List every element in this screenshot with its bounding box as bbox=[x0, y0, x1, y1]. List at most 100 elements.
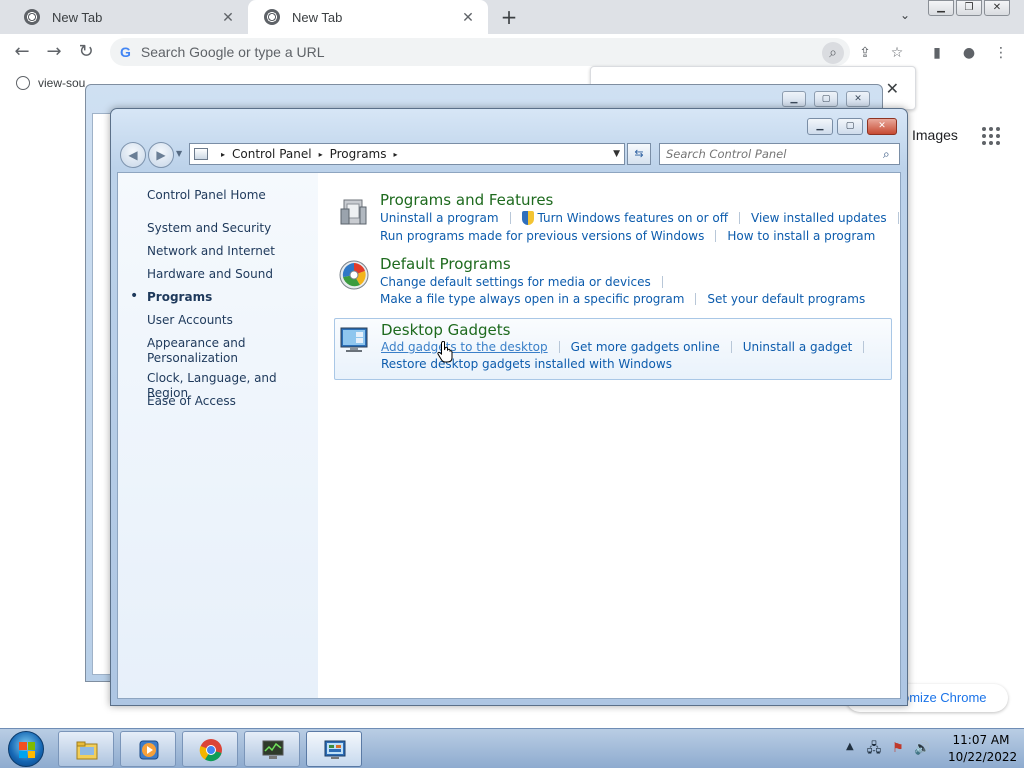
media-defaults-link[interactable]: Change default settings for media or dev… bbox=[380, 275, 651, 289]
sidebar-item-network[interactable]: Network and Internet bbox=[147, 244, 275, 259]
current-page-bullet: • bbox=[130, 288, 139, 304]
control-panel-body: Control Panel Home System and Security N… bbox=[117, 172, 901, 699]
action-center-flag-icon[interactable]: ⚑ bbox=[890, 741, 906, 757]
tab-close-icon[interactable]: ✕ bbox=[460, 9, 476, 26]
apps-grid-icon[interactable] bbox=[982, 127, 1000, 145]
sidebar-item-programs[interactable]: Programs bbox=[147, 290, 212, 305]
breadcrumb-control-panel[interactable]: Control Panel bbox=[232, 147, 312, 161]
restore-gadgets-link[interactable]: Restore desktop gadgets installed with W… bbox=[381, 357, 672, 371]
windows-features-link[interactable]: Turn Windows features on or off bbox=[538, 211, 729, 225]
close-button[interactable]: ✕ bbox=[867, 118, 897, 135]
new-tab-button[interactable]: + bbox=[498, 6, 520, 28]
sidebar: Control Panel Home System and Security N… bbox=[118, 173, 318, 698]
address-dropdown-icon[interactable]: ▼ bbox=[613, 149, 620, 159]
uac-shield-icon bbox=[521, 211, 534, 225]
clock-time[interactable]: 11:07 AM bbox=[948, 733, 1014, 747]
hand-cursor-icon bbox=[437, 341, 453, 363]
lens-icon[interactable]: ⌕ bbox=[822, 42, 844, 64]
chrome-tab-1[interactable]: New Tab ✕ bbox=[8, 0, 248, 34]
taskbar-chrome[interactable] bbox=[182, 731, 238, 767]
reload-icon[interactable]: ↻ bbox=[74, 40, 98, 64]
back-arrow-icon[interactable]: ← bbox=[10, 40, 34, 64]
sidebar-item-hardware-sound[interactable]: Hardware and Sound bbox=[147, 267, 273, 282]
share-icon[interactable]: ⇪ bbox=[854, 42, 876, 64]
close-button[interactable]: ✕ bbox=[984, 0, 1010, 16]
bookmark-star-icon[interactable]: ☆ bbox=[886, 42, 908, 64]
how-to-install-link[interactable]: How to install a program bbox=[727, 229, 875, 243]
taskbar-task-manager[interactable] bbox=[244, 731, 300, 767]
breadcrumb-separator-icon[interactable]: ▸ bbox=[221, 150, 225, 159]
chrome-favicon-icon bbox=[24, 9, 40, 25]
recent-pages-icon[interactable]: ▼ bbox=[176, 149, 182, 158]
chrome-tab-2[interactable]: New Tab ✕ bbox=[248, 0, 488, 34]
volume-icon[interactable]: 🔊 bbox=[914, 741, 930, 757]
chrome-icon bbox=[199, 739, 222, 762]
refresh-icon[interactable]: ⇆ bbox=[627, 143, 651, 165]
link-separator bbox=[558, 341, 560, 353]
profile-avatar-icon[interactable]: ● bbox=[958, 42, 980, 64]
taskbar-explorer[interactable] bbox=[58, 731, 114, 767]
images-link[interactable]: Images bbox=[912, 127, 958, 143]
chrome-menu-icon[interactable]: ⋮ bbox=[990, 42, 1012, 64]
restore-button[interactable]: ❐ bbox=[956, 0, 982, 16]
set-default-programs-link[interactable]: Set your default programs bbox=[707, 292, 865, 306]
uninstall-program-link[interactable]: Uninstall a program bbox=[380, 211, 499, 225]
breadcrumb-separator-icon[interactable]: ▸ bbox=[319, 150, 323, 159]
bookmark-label: view-sou bbox=[38, 76, 86, 90]
breadcrumb-separator-icon[interactable]: ▸ bbox=[394, 150, 398, 159]
popup-close-icon[interactable]: ✕ bbox=[886, 79, 899, 98]
bookmark-item[interactable]: view-sou bbox=[16, 76, 85, 90]
category-programs-features: Programs and Features Uninstall a progra… bbox=[334, 191, 899, 251]
category-title[interactable]: Desktop Gadgets bbox=[381, 321, 510, 339]
link-separator bbox=[715, 230, 717, 242]
maximize-button[interactable]: ▢ bbox=[814, 91, 838, 107]
sidebar-item-control-panel-home[interactable]: Control Panel Home bbox=[147, 188, 266, 203]
tab-search-icon[interactable]: ⌄ bbox=[896, 8, 914, 26]
sidebar-item-appearance[interactable]: Appearance and Personalization bbox=[147, 336, 245, 366]
programs-features-icon bbox=[340, 199, 367, 225]
monitor-graph-icon bbox=[262, 740, 284, 759]
taskbar-control-panel[interactable] bbox=[306, 731, 362, 767]
maximize-button[interactable]: ▢ bbox=[837, 118, 863, 135]
minimize-button[interactable]: ▁ bbox=[807, 118, 833, 135]
search-input[interactable] bbox=[659, 143, 900, 165]
category-links-row: Restore desktop gadgets installed with W… bbox=[381, 357, 672, 371]
clock-date[interactable]: 10/22/2022 bbox=[948, 750, 1017, 764]
forward-arrow-icon[interactable]: ▶ bbox=[148, 142, 174, 168]
sidebar-item-user-accounts[interactable]: User Accounts bbox=[147, 313, 233, 328]
tab-close-icon[interactable]: ✕ bbox=[220, 9, 236, 26]
taskbar-media-player[interactable] bbox=[120, 731, 176, 767]
chrome-favicon-icon bbox=[264, 9, 280, 25]
uninstall-gadget-link[interactable]: Uninstall a gadget bbox=[743, 340, 853, 354]
search-icon[interactable]: ⌕ bbox=[883, 147, 890, 162]
category-title[interactable]: Programs and Features bbox=[380, 191, 553, 209]
chrome-toolbar: ← → ↻ G Search Google or type a URL ⌕ ⇪ … bbox=[0, 34, 1024, 70]
file-type-association-link[interactable]: Make a file type always open in a specif… bbox=[380, 292, 684, 306]
close-button[interactable]: ✕ bbox=[846, 91, 870, 107]
sidebar-item-system-security[interactable]: System and Security bbox=[147, 221, 271, 236]
omnibox[interactable]: G Search Google or type a URL bbox=[110, 38, 850, 66]
bg-window-controls: ▁ ▢ ✕ bbox=[774, 91, 870, 107]
desktop-gadgets-icon bbox=[340, 327, 368, 352]
compatibility-link[interactable]: Run programs made for previous versions … bbox=[380, 229, 704, 243]
start-button[interactable] bbox=[8, 731, 44, 767]
category-title[interactable]: Default Programs bbox=[380, 255, 511, 273]
address-bar[interactable]: ▸ Control Panel ▸ Programs ▸ ▼ bbox=[189, 143, 625, 165]
minimize-button[interactable]: ▁ bbox=[928, 0, 954, 16]
main-content: Programs and Features Uninstall a progra… bbox=[318, 173, 900, 698]
get-more-gadgets-link[interactable]: Get more gadgets online bbox=[571, 340, 720, 354]
breadcrumb-programs[interactable]: Programs bbox=[330, 147, 387, 161]
sidebar-item-ease-of-access[interactable]: Ease of Access bbox=[147, 394, 236, 409]
minimize-button[interactable]: ▁ bbox=[782, 91, 806, 107]
category-links-row: Make a file type always open in a specif… bbox=[380, 292, 865, 306]
installed-updates-link[interactable]: View installed updates bbox=[751, 211, 887, 225]
add-gadgets-link[interactable]: Add gadgets to the desktop bbox=[381, 340, 548, 354]
network-icon[interactable]: 🖧 bbox=[866, 741, 882, 757]
side-panel-icon[interactable]: ▮ bbox=[926, 42, 948, 64]
control-panel-window: ▁ ▢ ✕ ◀ ▶ ▼ ▸ Control Panel ▸ Programs ▸… bbox=[110, 108, 908, 706]
forward-arrow-icon[interactable]: → bbox=[42, 40, 66, 64]
link-separator bbox=[509, 212, 511, 224]
globe-icon bbox=[16, 76, 30, 90]
show-hidden-icons-icon[interactable]: ▲ bbox=[846, 741, 854, 752]
back-arrow-icon[interactable]: ◀ bbox=[120, 142, 146, 168]
